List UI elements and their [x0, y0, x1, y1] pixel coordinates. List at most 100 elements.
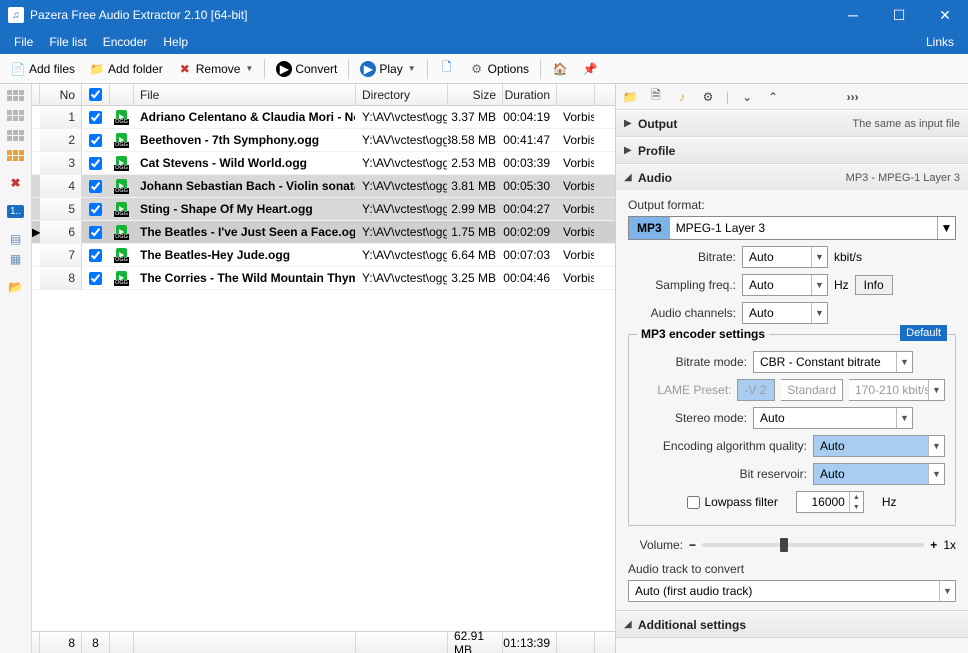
col-size[interactable]: Size [448, 84, 503, 105]
delete-button[interactable]: ✖ [4, 174, 28, 192]
cell-dir: Y:\AV\vctest\ogg [356, 244, 448, 266]
enc-quality-combo[interactable]: Auto▼ [813, 435, 945, 457]
chevron-down-icon: ▼ [928, 380, 944, 400]
spin-up-icon[interactable]: ▲ [850, 492, 863, 502]
gear-icon[interactable]: ⚙ [700, 89, 716, 105]
col-directory[interactable]: Directory [356, 84, 448, 105]
section-additional-header[interactable]: ◢ Additional settings [616, 611, 968, 637]
row-checkbox[interactable] [89, 180, 102, 193]
volume-minus-button[interactable]: − [689, 538, 696, 552]
minimize-button[interactable]: ─ [830, 0, 876, 30]
row-checkbox[interactable] [89, 272, 102, 285]
col-duration[interactable]: Duration [503, 84, 557, 105]
menu-help[interactable]: Help [155, 32, 196, 52]
remove-button[interactable]: ✖Remove▼ [171, 59, 260, 79]
table-row[interactable]: 5Sting - Shape Of My Heart.oggY:\AV\vcte… [32, 198, 615, 221]
lowpass-spinner[interactable]: ▲▼ [796, 491, 864, 513]
menu-links[interactable]: Links [918, 32, 962, 52]
add-folder-button[interactable]: 📁Add folder [83, 59, 169, 79]
view-grid-button[interactable] [4, 146, 28, 164]
col-file[interactable]: File [134, 84, 356, 105]
home-button[interactable]: 🏠 [546, 59, 574, 79]
pin-button[interactable]: 📌 [576, 59, 604, 79]
expand-icon[interactable]: ⌄ [739, 89, 755, 105]
volume-plus-button[interactable]: + [930, 538, 937, 552]
check-all[interactable] [89, 88, 102, 101]
lowpass-input[interactable] [797, 492, 849, 512]
table-row[interactable]: 8The Corries - The Wild Mountain Thyme..… [32, 267, 615, 290]
maximize-button[interactable]: ☐ [876, 0, 922, 30]
select-none-button[interactable] [4, 106, 28, 124]
info-button[interactable]: Info [855, 275, 893, 295]
save-icon[interactable]: 🗎 [648, 89, 664, 105]
cell-check[interactable] [82, 175, 110, 197]
add-files-button[interactable]: 📄Add files [4, 59, 81, 79]
section-profile-header[interactable]: ▶ Profile [616, 137, 968, 163]
section-audio-header[interactable]: ◢ Audio MP3 - MPEG-1 Layer 3 [616, 164, 968, 190]
output-format-combo[interactable]: MP3 MPEG-1 Layer 3 ▼ [628, 216, 956, 240]
row-checkbox[interactable] [89, 226, 102, 239]
cell-check[interactable] [82, 221, 110, 243]
cell-check[interactable] [82, 152, 110, 174]
section-output-header[interactable]: ▶ Output The same as input file [616, 110, 968, 136]
channels-combo[interactable]: Auto▼ [742, 302, 828, 324]
convert-button[interactable]: ▶Convert [270, 59, 343, 79]
profile-button[interactable]: 🗋 [433, 59, 461, 79]
select-all-button[interactable] [4, 86, 28, 104]
cell-no: 4 [40, 175, 82, 197]
table-row[interactable]: 2Beethoven - 7th Symphony.oggY:\AV\vctes… [32, 129, 615, 152]
table-row[interactable]: 4Johann Sebastian Bach - Violin sonata .… [32, 175, 615, 198]
sampling-combo[interactable]: Auto▼ [742, 274, 828, 296]
row-checkbox[interactable] [89, 157, 102, 170]
row-checkbox[interactable] [89, 134, 102, 147]
music-icon[interactable]: ♪ [674, 89, 690, 105]
row-checkbox[interactable] [89, 249, 102, 262]
lowpass-checkbox[interactable] [687, 496, 700, 509]
cell-dir: Y:\AV\vctest\ogg [356, 175, 448, 197]
close-button[interactable]: ✕ [922, 0, 968, 30]
default-button[interactable]: Default [900, 325, 947, 341]
cell-check[interactable] [82, 106, 110, 128]
collapse-icon[interactable]: ⌃ [765, 89, 781, 105]
col-check[interactable] [82, 84, 110, 105]
table-row[interactable]: 3Cat Stevens - Wild World.oggY:\AV\vctes… [32, 152, 615, 175]
cell-check[interactable] [82, 129, 110, 151]
open-folder-icon[interactable]: 📁 [622, 89, 638, 105]
play-icon: ▶ [360, 61, 376, 77]
table-row[interactable]: 7The Beatles-Hey Jude.oggY:\AV\vctest\og… [32, 244, 615, 267]
spin-down-icon[interactable]: ▼ [850, 502, 863, 512]
details-button[interactable]: ▦ [4, 250, 28, 268]
slider-thumb[interactable] [780, 538, 788, 552]
table-row[interactable]: ▶6The Beatles - I've Just Seen a Face.og… [32, 221, 615, 244]
separator [427, 59, 428, 79]
marker-header [32, 84, 40, 105]
cell-check[interactable] [82, 198, 110, 220]
bitrate-combo[interactable]: Auto▼ [742, 246, 828, 268]
options-button[interactable]: ⚙Options [463, 59, 535, 79]
jump-button[interactable]: 1.. [4, 202, 28, 220]
list-button[interactable]: ▤ [4, 230, 28, 248]
table-row[interactable]: 1Adriano Celentano & Claudia Mori - No..… [32, 106, 615, 129]
bit-reservoir-combo[interactable]: Auto▼ [813, 463, 945, 485]
menu-file[interactable]: File [6, 32, 41, 52]
col-no[interactable]: No [40, 84, 82, 105]
invert-button[interactable] [4, 126, 28, 144]
audio-track-combo[interactable]: Auto (first audio track)▼ [628, 580, 956, 602]
bitrate-mode-combo[interactable]: CBR - Constant bitrate▼ [753, 351, 913, 373]
play-button[interactable]: ▶Play▼ [354, 59, 421, 79]
col-format[interactable] [557, 84, 595, 105]
row-checkbox[interactable] [89, 203, 102, 216]
table-body[interactable]: 1Adriano Celentano & Claudia Mori - No..… [32, 106, 615, 631]
volume-slider[interactable] [702, 543, 924, 547]
folder-button[interactable]: 📂 [4, 278, 28, 296]
gear-icon: ⚙ [469, 61, 485, 77]
stereo-mode-combo[interactable]: Auto▼ [753, 407, 913, 429]
cell-check[interactable] [82, 267, 110, 289]
menu-file-list[interactable]: File list [41, 32, 94, 52]
row-checkbox[interactable] [89, 111, 102, 124]
more-icon[interactable]: ››› [845, 89, 861, 105]
cell-size: 2.99 MB [448, 198, 503, 220]
menu-encoder[interactable]: Encoder [95, 32, 156, 52]
cell-check[interactable] [82, 244, 110, 266]
lowpass-checkbox-label[interactable]: Lowpass filter [687, 495, 777, 509]
